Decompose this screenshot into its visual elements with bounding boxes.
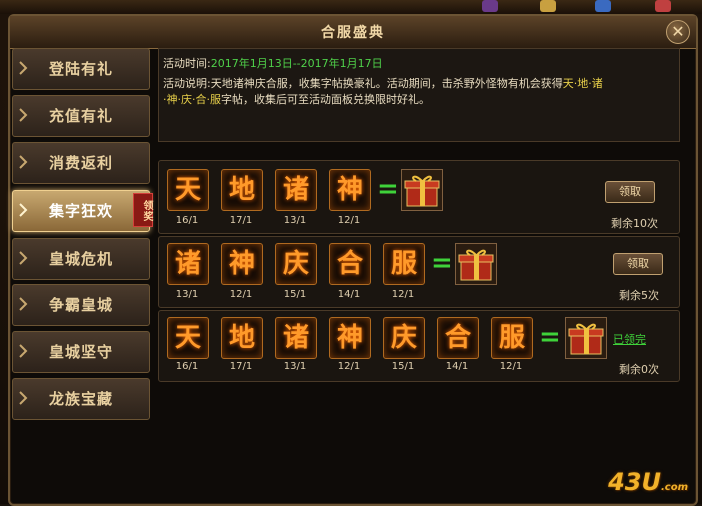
desc-chars-2: ·神·庆·合·服 xyxy=(163,93,221,106)
char-count: 16/1 xyxy=(175,215,199,226)
tab-arrow-icon xyxy=(19,203,28,217)
char-tile: 地 xyxy=(221,317,263,359)
tab-arrow-icon xyxy=(19,108,28,122)
event-desc-line-1: 活动说明:天地诸神庆合服，收集字帖换豪礼。活动期间，击杀野外怪物有机会获得天·地… xyxy=(163,75,603,91)
desc-chars-1: 天·地·诸 xyxy=(562,77,603,90)
event-info-panel: 活动时间:2017年1月13日--2017年1月17日 活动说明:天地诸神庆合服… xyxy=(158,48,680,142)
tab-arrow-icon xyxy=(19,391,28,405)
char-count: 17/1 xyxy=(229,361,253,372)
close-icon[interactable]: ✕ xyxy=(666,20,690,44)
top-icon-3[interactable] xyxy=(595,0,611,12)
tab-city-defense[interactable]: 皇城坚守 xyxy=(12,331,150,373)
tab-dragon-treasure[interactable]: 龙族宝藏 xyxy=(12,378,150,420)
tab-collect-chars[interactable]: 集字狂欢 领奖 xyxy=(12,190,153,232)
char-count: 13/1 xyxy=(175,289,199,300)
top-icon-2[interactable] xyxy=(540,0,556,12)
char-tile: 神 xyxy=(221,243,263,285)
logo-suffix: .com xyxy=(660,482,688,493)
time-label: 活动时间: xyxy=(163,57,211,70)
tab-label: 集字狂欢 xyxy=(48,202,113,220)
exchange-row-3: 天 地 诸 神 庆 合 服 16/1 17/1 13/1 12/1 15/1 1… xyxy=(158,310,680,382)
char-tile: 神 xyxy=(329,169,371,211)
char-tile: 诸 xyxy=(167,243,209,285)
remaining-count: 剩余0次 xyxy=(619,363,659,376)
tab-arrow-icon xyxy=(19,344,28,358)
desc-label: 活动说明: xyxy=(163,77,211,90)
top-icon-1[interactable] xyxy=(482,0,498,12)
char-tile: 天 xyxy=(167,317,209,359)
tab-login-gift[interactable]: 登陆有礼 xyxy=(12,48,150,90)
char-tile: 诸 xyxy=(275,317,317,359)
char-tile: 服 xyxy=(383,243,425,285)
exchange-row-1: 天 地 诸 神 16/1 17/1 13/1 12/1 = 领取 剩余10次 xyxy=(158,160,680,234)
window-title: 合服盛典 xyxy=(321,25,385,41)
remaining-count: 剩余10次 xyxy=(611,217,658,230)
event-time-line: 活动时间:2017年1月13日--2017年1月17日 xyxy=(163,55,383,71)
tab-city-siege[interactable]: 争霸皇城 xyxy=(12,284,150,326)
equals-sign: = xyxy=(539,322,561,352)
tab-arrow-icon xyxy=(19,61,28,75)
tab-label: 登陆有礼 xyxy=(48,60,113,78)
char-count: 15/1 xyxy=(283,289,307,300)
char-count: 16/1 xyxy=(175,361,199,372)
logo-main: 43U xyxy=(608,468,661,496)
tab-city-crisis[interactable]: 皇城危机 xyxy=(12,238,150,280)
tab-arrow-icon xyxy=(19,251,28,265)
time-value: 2017年1月13日--2017年1月17日 xyxy=(210,57,383,70)
char-count: 17/1 xyxy=(229,215,253,226)
remaining-count: 剩余5次 xyxy=(619,289,659,302)
top-icon-4[interactable] xyxy=(655,0,671,12)
claim-button[interactable]: 领取 xyxy=(613,253,663,275)
char-tile: 庆 xyxy=(275,243,317,285)
desc-text-2: 字帖，收集后可至活动面板兑换限时好礼。 xyxy=(221,93,430,106)
game-top-strip xyxy=(0,0,702,14)
window-titlebar: 合服盛典 ✕ xyxy=(10,16,696,49)
char-count: 13/1 xyxy=(283,215,307,226)
char-count: 15/1 xyxy=(391,361,415,372)
char-count: 14/1 xyxy=(445,361,469,372)
char-count: 12/1 xyxy=(337,361,361,372)
char-count: 12/1 xyxy=(391,289,415,300)
char-count: 12/1 xyxy=(229,289,253,300)
claim-badge: 领奖 xyxy=(133,193,153,227)
site-logo: 43U.com xyxy=(608,468,688,496)
char-count: 14/1 xyxy=(337,289,361,300)
tab-label: 争霸皇城 xyxy=(48,296,113,314)
equals-sign: = xyxy=(377,174,399,204)
tab-spend-rebate[interactable]: 消费返利 xyxy=(12,142,150,184)
event-desc-line-2: ·神·庆·合·服字帖，收集后可至活动面板兑换限时好礼。 xyxy=(163,91,430,107)
gift-box-icon[interactable] xyxy=(401,169,443,211)
char-tile: 诸 xyxy=(275,169,317,211)
char-count: 12/1 xyxy=(337,215,361,226)
tab-recharge-gift[interactable]: 充值有礼 xyxy=(12,95,150,137)
gift-box-icon[interactable] xyxy=(565,317,607,359)
char-tile: 地 xyxy=(221,169,263,211)
char-tile: 合 xyxy=(329,243,371,285)
claim-button[interactable]: 领取 xyxy=(605,181,655,203)
char-count: 12/1 xyxy=(499,361,523,372)
claimed-status[interactable]: 已领完 xyxy=(613,331,646,347)
tab-label: 消费返利 xyxy=(48,154,113,172)
char-tile: 庆 xyxy=(383,317,425,359)
equals-sign: = xyxy=(431,248,453,278)
desc-text-1: 天地诸神庆合服，收集字帖换豪礼。活动期间，击杀野外怪物有机会获得 xyxy=(210,77,563,90)
char-count: 13/1 xyxy=(283,361,307,372)
char-tile: 神 xyxy=(329,317,371,359)
tab-label: 皇城坚守 xyxy=(48,343,113,361)
char-tile: 合 xyxy=(437,317,479,359)
tab-label: 皇城危机 xyxy=(48,250,113,268)
gift-box-icon[interactable] xyxy=(455,243,497,285)
tab-label: 充值有礼 xyxy=(48,107,113,125)
char-tile: 服 xyxy=(491,317,533,359)
tab-label: 龙族宝藏 xyxy=(48,390,113,408)
tab-arrow-icon xyxy=(19,155,28,169)
exchange-row-2: 诸 神 庆 合 服 13/1 12/1 15/1 14/1 12/1 = 领取 … xyxy=(158,236,680,308)
tab-arrow-icon xyxy=(19,297,28,311)
char-tile: 天 xyxy=(167,169,209,211)
